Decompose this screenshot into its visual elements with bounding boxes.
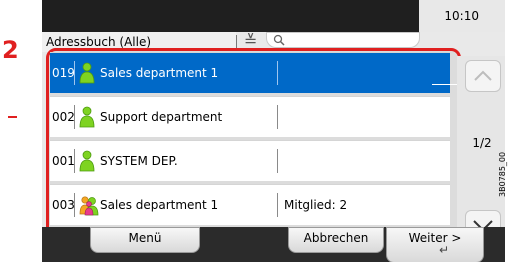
list-row-001[interactable]: 001 SYSTEM DEP. [50, 140, 450, 181]
chevron-up-icon [474, 70, 492, 81]
row-name: SYSTEM DEP. [100, 154, 178, 168]
row-number: 019 [52, 66, 75, 80]
step-number-callout: 2 [2, 36, 19, 64]
row-name: Sales department 1 [100, 66, 219, 80]
page-indicator: 1/2 [472, 136, 492, 150]
callout-pointer [8, 116, 17, 118]
next-button-label: Weiter > [408, 231, 462, 245]
user-icon [79, 106, 95, 128]
device-screen: 10:10 Adressbuch (Alle) ≚ 019 Sales depa… [42, 0, 505, 262]
search-button[interactable] [266, 32, 420, 48]
row-number: 003 [52, 198, 75, 212]
next-button[interactable]: Weiter > ↵ [386, 227, 484, 262]
row-name: Support department [100, 110, 223, 124]
list-row-002[interactable]: 002 Support department [50, 96, 450, 137]
row-name: Sales department 1 [100, 198, 219, 212]
user-icon [79, 150, 95, 172]
row-number: 002 [52, 110, 75, 124]
figure-id-label: 3B0785_00 [498, 151, 507, 197]
menu-button[interactable]: Menü [90, 227, 200, 253]
enter-icon: ↵ [439, 243, 450, 257]
cancel-button[interactable]: Abbrechen [288, 227, 384, 253]
status-bar: 10:10 [42, 0, 505, 32]
user-icon [79, 62, 95, 84]
header-divider [236, 35, 237, 49]
list-row-003[interactable]: 003 Sales department 1 Mitglied: 2 [50, 184, 450, 225]
row-member-count: Mitglied: 2 [284, 198, 348, 212]
list-row-019[interactable]: 019 Sales department 1 [50, 52, 460, 93]
group-icon [79, 196, 99, 216]
clock: 10:10 [444, 9, 479, 23]
search-icon [273, 34, 285, 46]
scroll-up-button[interactable] [465, 60, 501, 92]
bottom-action-bar: Menü Abbrechen Weiter > ↵ [42, 227, 505, 262]
row-number: 001 [52, 154, 75, 168]
